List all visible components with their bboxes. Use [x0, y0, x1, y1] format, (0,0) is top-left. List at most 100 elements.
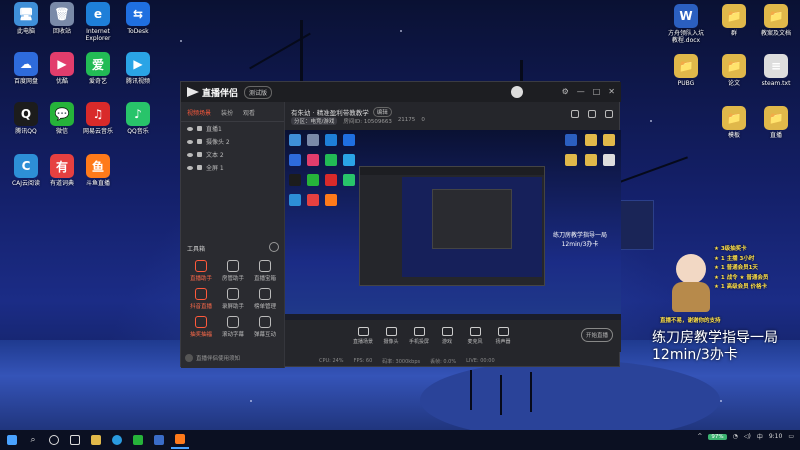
desktop-icon[interactable]: 📁 群	[712, 4, 756, 37]
store-button[interactable]	[150, 431, 168, 449]
tool-button[interactable]: 录屏助手	[217, 288, 249, 310]
wechat-taskbar-button[interactable]	[129, 431, 147, 449]
file-icon: 📁	[764, 106, 788, 130]
control-button[interactable]: 摄像头	[377, 327, 405, 345]
eye-icon[interactable]	[187, 152, 193, 157]
control-button[interactable]: 直播场景	[349, 327, 377, 345]
tool-button[interactable]: 弹幕互动	[249, 316, 281, 338]
left-panel: 视频场景 装扮 观看 直播1 摄像头 2 文本 2 全屏 1 工具箱 直播助手 房管助手…	[181, 102, 285, 368]
scene-item[interactable]: 摄像头 2	[181, 135, 284, 148]
preview-icon	[565, 154, 577, 166]
tool-label: 滚动字幕	[221, 332, 244, 338]
desktop-icon[interactable]: W 方舟领队入坑 教程.docx	[664, 4, 708, 44]
desktop-icon[interactable]: ♪ QQ音乐	[116, 102, 160, 135]
lock-icon[interactable]	[588, 110, 596, 118]
battery-indicator[interactable]: 97%	[708, 433, 727, 440]
stream-title[interactable]: 有朱幼 · 精准盈利带教教学	[291, 107, 369, 117]
cortana-button[interactable]	[45, 431, 63, 449]
desktop-icon[interactable]: 爱爱奇艺	[76, 52, 120, 85]
tool-label: 榜单管理	[253, 304, 276, 310]
stream-preview[interactable]: 练刀房教学指导一局 12min/3办卡	[285, 130, 621, 320]
desktop-icon[interactable]: ⇆ ToDesk	[116, 2, 160, 35]
task-view-button[interactable]	[66, 431, 84, 449]
share-icon[interactable]	[605, 110, 613, 118]
minimize-icon[interactable]: —	[577, 87, 585, 96]
control-icon	[413, 327, 425, 336]
preview-icon	[343, 154, 355, 166]
tool-button[interactable]: 房管助手	[217, 260, 249, 282]
settings-icon[interactable]: ⚙	[562, 87, 569, 96]
notification-icon[interactable]: ▭	[788, 433, 794, 440]
tab-scenes[interactable]: 视频场景	[187, 108, 211, 117]
gift-icon[interactable]	[571, 110, 579, 118]
desktop-icon[interactable]: e Internet Explorer	[76, 2, 120, 42]
start-button[interactable]	[3, 431, 21, 449]
desktop-icon[interactable]: ▶ 腾讯视频	[116, 52, 160, 85]
control-button[interactable]: 游戏	[433, 327, 461, 345]
avatar[interactable]	[511, 86, 523, 98]
desktop-icon[interactable]: 📁 论文	[712, 54, 756, 87]
preview-icon	[307, 194, 319, 206]
file-icon: 📁	[722, 54, 746, 78]
edit-title-button[interactable]: 编辑	[372, 107, 392, 117]
lock-icon[interactable]	[197, 126, 202, 131]
scene-item[interactable]: 直播1	[181, 122, 284, 135]
control-button[interactable]: 手机投屏	[405, 327, 433, 345]
eye-icon[interactable]	[187, 139, 193, 144]
desktop-icon[interactable]: 📁 教案及文档	[754, 4, 798, 37]
control-bar: 直播场景 摄像头 手机投屏 游戏 麦克风 扬声器	[285, 320, 621, 352]
wechat-icon	[133, 435, 143, 445]
tool-label: 抽奖抽福	[189, 332, 212, 338]
desktop-icon[interactable]: 📁 直播	[754, 106, 798, 139]
tool-button[interactable]: 直播助手	[185, 260, 217, 282]
clock[interactable]: 9:10	[769, 433, 782, 440]
lock-icon[interactable]	[197, 139, 202, 144]
lock-icon[interactable]	[197, 165, 202, 170]
maximize-icon[interactable]: □	[593, 87, 601, 96]
file-icon: 📁	[674, 54, 698, 78]
volume-icon[interactable]: ◁)	[744, 433, 751, 440]
scene-item[interactable]: 文本 2	[181, 148, 284, 161]
app-title-bar[interactable]: 直播伴侣 测试版 ⚙ — □ ✕	[181, 82, 621, 102]
live-companion-taskbar-button[interactable]	[171, 431, 189, 449]
stream-info-item: 0	[421, 117, 425, 123]
file-explorer-button[interactable]	[87, 431, 105, 449]
edge-button[interactable]	[108, 431, 126, 449]
fence-post	[470, 370, 472, 410]
lock-icon[interactable]	[197, 152, 202, 157]
close-icon[interactable]: ✕	[608, 87, 615, 96]
tool-button[interactable]: 直播宝箱	[249, 260, 281, 282]
tab-watch[interactable]: 观看	[243, 108, 255, 117]
control-button[interactable]: 麦克风	[461, 327, 489, 345]
notice-link[interactable]: 直播伴侣使用须知	[185, 354, 240, 362]
snowflake	[180, 40, 182, 42]
desktop-icon[interactable]: 鱼斗鱼直播	[76, 154, 120, 187]
edition-pill[interactable]: 测试版	[244, 85, 273, 99]
control-button[interactable]: 扬声器	[489, 327, 517, 345]
desktop-icon[interactable]: ♫ 网易云音乐	[76, 102, 120, 135]
tool-button[interactable]: 抽奖抽福	[185, 316, 217, 338]
tool-icon	[195, 288, 207, 300]
mascot-body	[672, 282, 710, 312]
eye-icon[interactable]	[187, 165, 193, 170]
desktop-icon-label: QQ音乐	[127, 128, 149, 135]
live-companion-window[interactable]: 直播伴侣 测试版 ⚙ — □ ✕ 视频场景 装扮 观看 直播1 摄像头 2 文本 2…	[180, 81, 621, 368]
desktop-icon[interactable]: 📁 模板	[712, 106, 756, 139]
tab-decor[interactable]: 装扮	[221, 108, 233, 117]
fence-post	[530, 372, 532, 412]
status-item: LIVE: 00:00	[466, 358, 495, 364]
toolbox-more-icon[interactable]	[269, 242, 279, 252]
tool-button[interactable]: 抖音直播	[185, 288, 217, 310]
network-icon[interactable]: ◔	[733, 433, 738, 440]
app-icon: ▶	[50, 52, 74, 76]
eye-icon[interactable]	[187, 126, 193, 131]
chevron-up-icon[interactable]: ^	[697, 433, 702, 440]
input-language[interactable]: 中	[757, 432, 763, 441]
desktop-icon[interactable]: 📁 PUBG	[664, 54, 708, 87]
tool-button[interactable]: 滚动字幕	[217, 316, 249, 338]
desktop-icon[interactable]: ≡ steam.txt	[754, 54, 798, 87]
tool-button[interactable]: 榜单管理	[249, 288, 281, 310]
scene-item[interactable]: 全屏 1	[181, 161, 284, 174]
start-live-button[interactable]: 开始直播	[581, 328, 613, 342]
search-button[interactable]: ⌕	[24, 431, 42, 449]
